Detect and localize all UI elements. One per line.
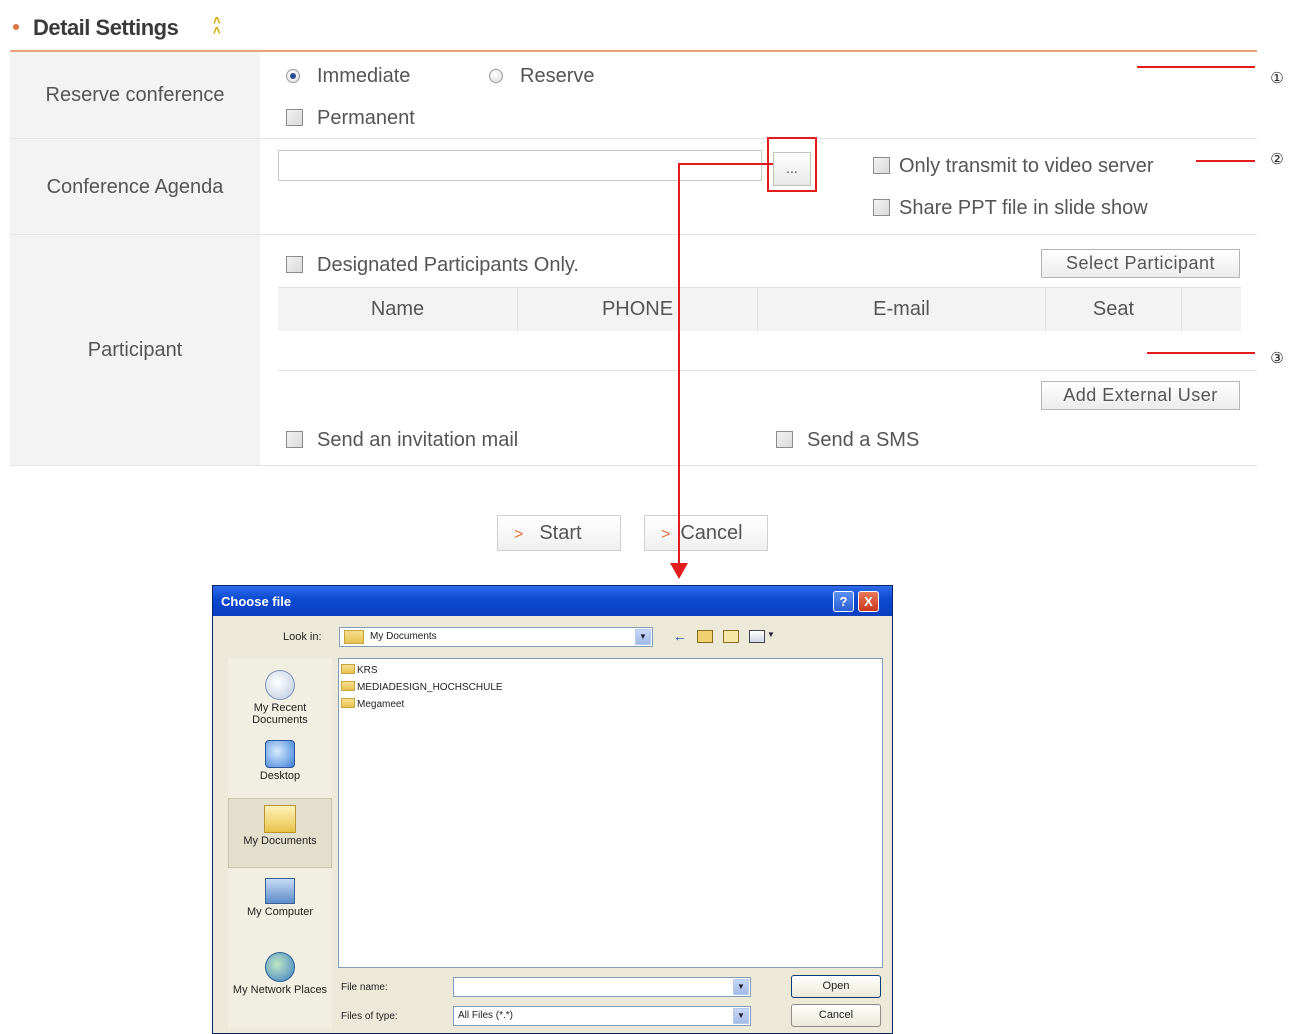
network-places-icon (265, 952, 295, 982)
section-bullet-icon (13, 24, 19, 30)
place-label: My Documents (243, 835, 317, 847)
designated-checkbox[interactable] (286, 256, 303, 273)
column-email[interactable]: E-mail (758, 288, 1046, 331)
my-documents-icon (264, 805, 296, 833)
folder-icon (341, 681, 355, 691)
view-menu-icon[interactable] (749, 630, 765, 643)
column-blank (1182, 288, 1241, 331)
place-desktop[interactable]: Desktop (228, 734, 332, 786)
place-network-places[interactable]: My Network Places (228, 946, 332, 1016)
dialog-cancel-button[interactable]: Cancel (791, 1004, 881, 1027)
agenda-file-input[interactable] (278, 150, 762, 181)
select-participant-button[interactable]: Select Participant (1041, 249, 1240, 278)
reserve-label-cell: Reserve conference (10, 52, 260, 138)
callout-line-2 (1196, 160, 1255, 162)
list-item[interactable]: Megameet (339, 696, 882, 713)
up-folder-icon[interactable] (697, 630, 713, 643)
immediate-label: Immediate (317, 65, 411, 87)
reserve-label: Reserve conference (45, 84, 225, 106)
connector-horizontal (678, 163, 773, 165)
list-item[interactable]: MEDIADESIGN_HOCHSCHULE (339, 679, 882, 696)
callout-number-1: ① (1270, 70, 1284, 87)
chevron-down-icon[interactable]: ▼ (635, 629, 651, 645)
look-in-select[interactable]: My Documents ▼ (339, 627, 653, 647)
permanent-label: Permanent (317, 107, 415, 129)
participant-table-header: Name PHONE E-mail Seat (278, 287, 1241, 331)
connector-vertical (678, 163, 680, 567)
reserve-radio-label: Reserve (520, 65, 595, 87)
back-arrow-icon[interactable]: ← (673, 628, 687, 644)
file-type-value: All Files (*.*) (458, 1010, 514, 1021)
start-label: Start (539, 522, 582, 544)
participant-label-cell: Participant (10, 235, 260, 465)
browse-button[interactable]: ... (773, 152, 811, 186)
callout-line-1 (1137, 66, 1255, 68)
folder-icon (341, 698, 355, 708)
place-label: Desktop (259, 770, 301, 782)
place-label: My Recent Documents (252, 702, 308, 726)
cancel-button[interactable]: > Cancel (644, 515, 768, 551)
invite-mail-label: Send an invitation mail (317, 429, 519, 451)
callout-number-3: ③ (1270, 350, 1284, 367)
permanent-checkbox[interactable] (286, 109, 303, 126)
choose-file-dialog: Choose file ? X Look in: My Documents ▼ … (212, 585, 893, 1034)
callout-number-2: ② (1270, 151, 1284, 168)
agenda-label: Conference Agenda (46, 176, 224, 198)
share-ppt-label: Share PPT file in slide show (899, 197, 1148, 219)
column-phone[interactable]: PHONE (518, 288, 758, 331)
arrow-right-icon: > (661, 526, 671, 543)
table-bottom-divider (278, 370, 1257, 371)
row-divider (10, 465, 1257, 466)
cancel-label: Cancel (680, 522, 743, 544)
video-server-label: Only transmit to video server (899, 155, 1154, 177)
immediate-radio[interactable] (286, 69, 300, 83)
dialog-titlebar[interactable]: Choose file ? X (213, 586, 892, 616)
dialog-title: Choose file (221, 594, 292, 609)
participant-label: Participant (87, 339, 183, 361)
callout-line-3 (1147, 352, 1255, 354)
connector-arrowhead-icon (670, 563, 688, 579)
designated-label: Designated Participants Only. (317, 254, 579, 276)
sms-checkbox[interactable] (776, 431, 793, 448)
file-list[interactable]: KRS MEDIADESIGN_HOCHSCHULE Megameet (338, 658, 883, 968)
place-my-computer[interactable]: My Computer (228, 872, 332, 932)
file-name-input[interactable]: ▼ (453, 977, 751, 997)
place-label: My Computer (246, 906, 314, 918)
look-in-label: Look in: (283, 631, 322, 643)
file-type-label: Files of type: (341, 1011, 398, 1022)
chevron-down-icon[interactable]: ▼ (733, 1008, 749, 1024)
my-computer-icon (265, 878, 295, 904)
reserve-radio[interactable] (489, 69, 503, 83)
sms-label: Send a SMS (807, 429, 920, 451)
place-label: My Network Places (232, 984, 328, 996)
folder-icon (344, 630, 364, 644)
arrow-right-icon: > (514, 526, 524, 543)
help-icon[interactable]: ? (833, 591, 854, 612)
file-type-select[interactable]: All Files (*.*) ▼ (453, 1006, 751, 1026)
column-name[interactable]: Name (278, 288, 518, 331)
add-external-user-button[interactable]: Add External User (1041, 381, 1240, 410)
video-server-checkbox[interactable] (873, 157, 890, 174)
desktop-icon (265, 740, 295, 768)
place-my-documents[interactable]: My Documents (228, 798, 332, 868)
column-seat[interactable]: Seat (1046, 288, 1182, 331)
places-bar: My Recent Documents Desktop My Documents… (228, 658, 332, 1028)
folder-icon (341, 664, 355, 674)
invite-mail-checkbox[interactable] (286, 431, 303, 448)
close-icon[interactable]: X (858, 591, 879, 612)
share-ppt-checkbox[interactable] (873, 199, 890, 216)
collapse-chevron-icon[interactable]: ˄ ˄ (213, 14, 221, 37)
place-recent-documents[interactable]: My Recent Documents (228, 664, 332, 734)
recent-documents-icon (265, 670, 295, 700)
agenda-label-cell: Conference Agenda (10, 139, 260, 234)
list-item[interactable]: KRS (339, 662, 882, 679)
open-button[interactable]: Open (791, 975, 881, 998)
file-name-label: File name: (341, 982, 388, 993)
chevron-down-icon[interactable]: ▼ (733, 979, 749, 995)
view-dropdown-icon[interactable]: ▼ (767, 630, 775, 639)
look-in-value: My Documents (370, 631, 437, 642)
new-folder-icon[interactable] (723, 630, 739, 643)
section-title: Detail Settings (33, 15, 179, 40)
start-button[interactable]: > Start (497, 515, 621, 551)
